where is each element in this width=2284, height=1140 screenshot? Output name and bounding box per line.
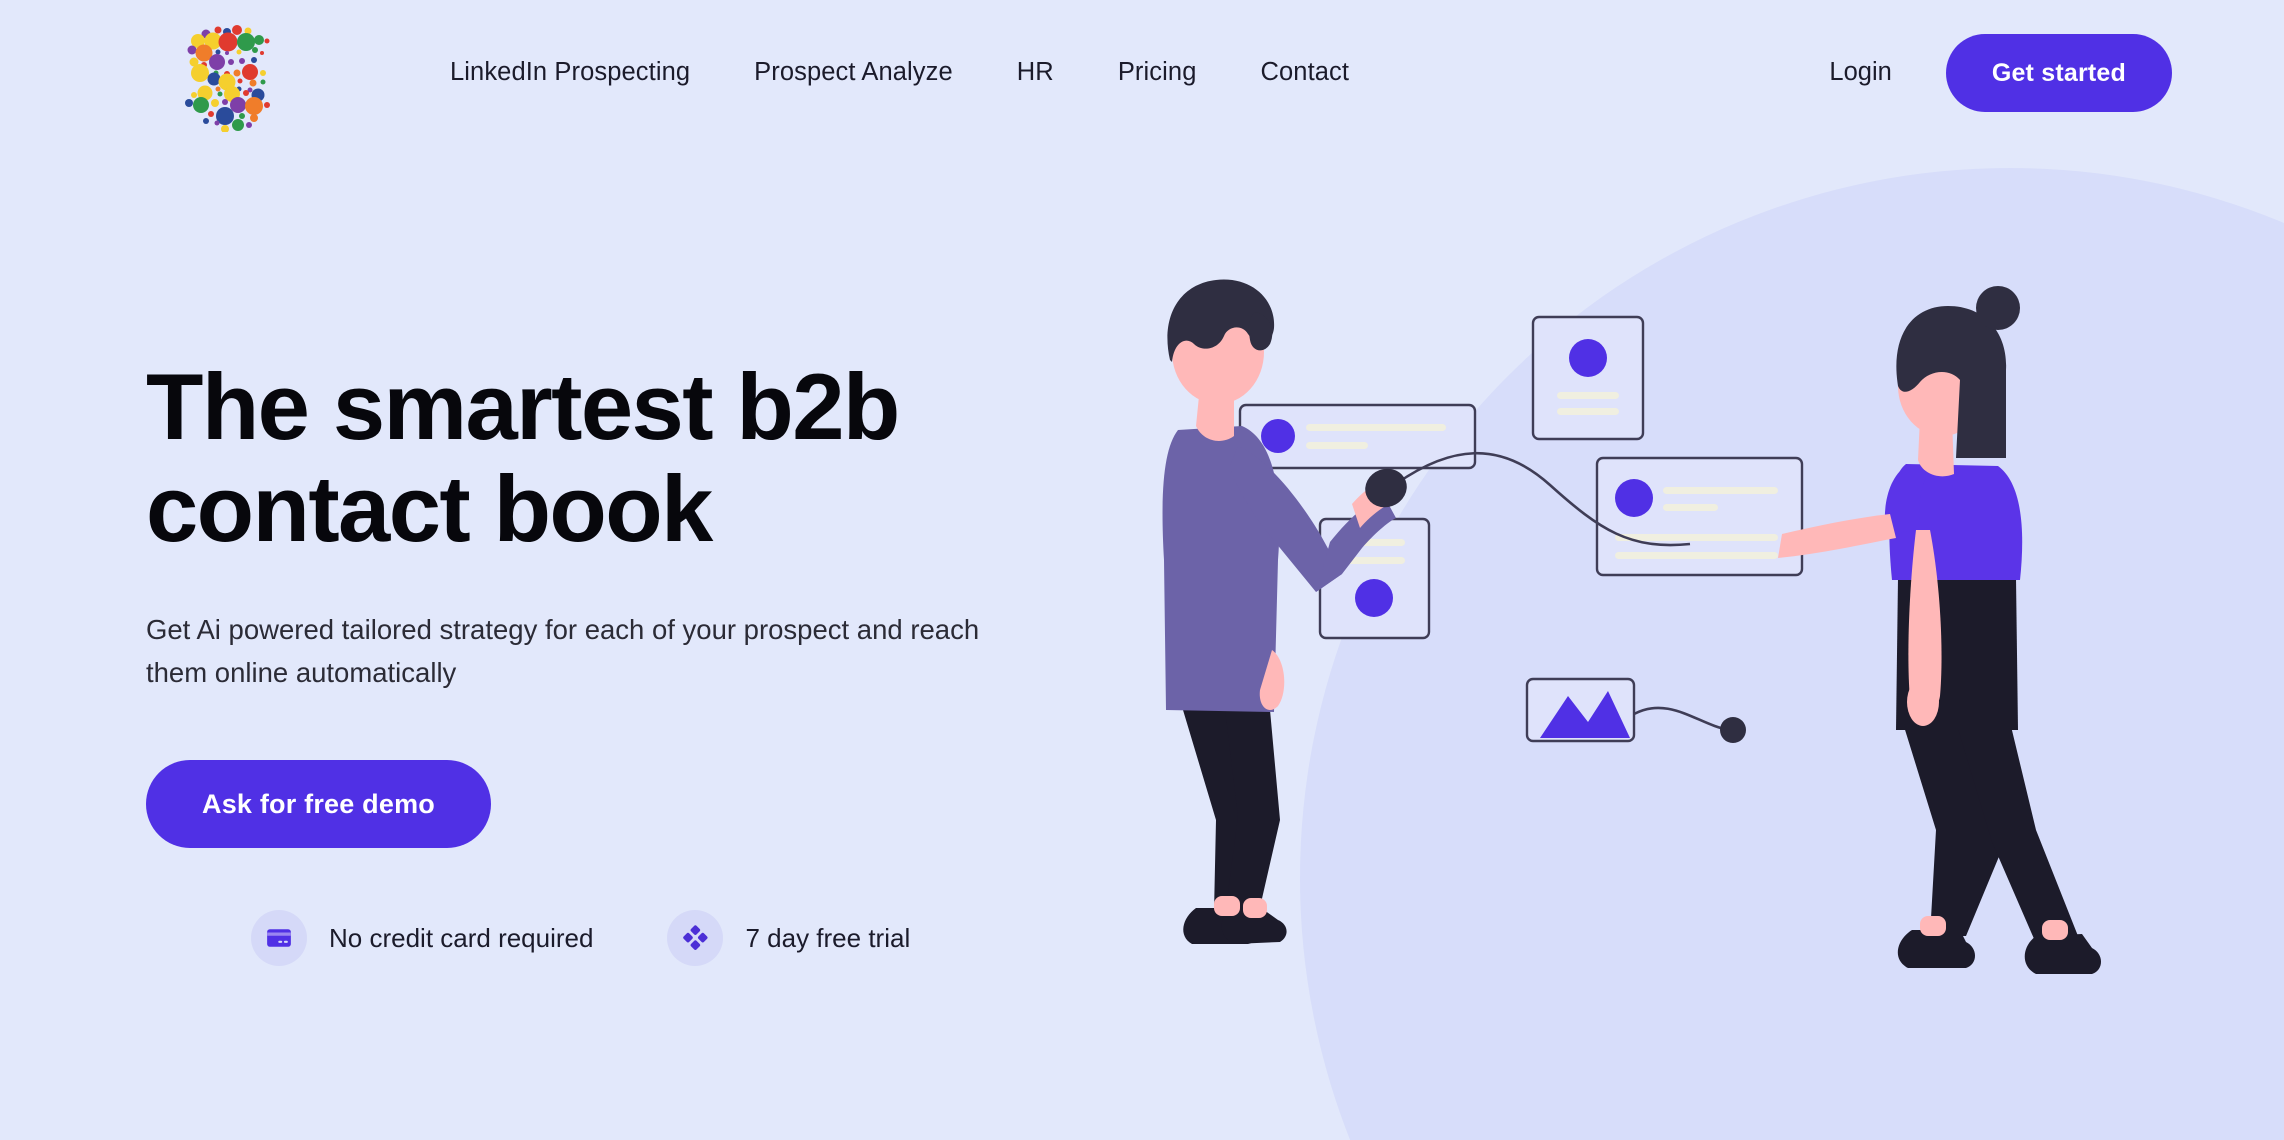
- hero-illustration: [1130, 130, 2210, 1030]
- page-title: The smartest b2b contact book: [146, 354, 1146, 562]
- illustration-person-woman: [1778, 286, 2101, 974]
- illustration-card-wide-top: [1238, 403, 1477, 470]
- nav-item-pricing[interactable]: Pricing: [1086, 58, 1229, 87]
- badge-label-no-credit-card: No credit card required: [329, 922, 594, 953]
- login-link[interactable]: Login: [1829, 58, 1891, 87]
- hero-subtitle: Get Ai powered tailored strategy for eac…: [146, 613, 980, 688]
- hero-title-line-1: The smartest b2b: [146, 354, 900, 459]
- illustration-card-image: [1525, 677, 1636, 743]
- main-navigation: LinkedIn Prospecting Prospect Analyze HR…: [450, 58, 1381, 87]
- landing-page: LinkedIn Prospecting Prospect Analyze HR…: [0, 0, 2284, 1140]
- nav-item-contact[interactable]: Contact: [1228, 58, 1381, 87]
- badge-label-free-trial: 7 day free trial: [745, 922, 911, 953]
- site-header: LinkedIn Prospecting Prospect Analyze HR…: [0, 0, 2284, 145]
- brand-logo[interactable]: [170, 17, 275, 133]
- nav-item-hr[interactable]: HR: [985, 58, 1086, 87]
- badge-no-credit-card: No credit card required: [251, 910, 594, 967]
- get-started-button[interactable]: Get started: [1945, 33, 2172, 112]
- four-diamonds-icon: [667, 910, 724, 967]
- illustration-card-square-top: [1531, 315, 1645, 441]
- ask-for-free-demo-button[interactable]: Ask for free demo: [146, 760, 491, 849]
- nav-item-prospect-analyze[interactable]: Prospect Analyze: [722, 58, 985, 87]
- badge-free-trial: 7 day free trial: [667, 910, 911, 967]
- header-actions: Login Get started: [1829, 33, 2172, 112]
- hero-title-line-2: contact book: [146, 456, 713, 562]
- hero-content: The smartest b2b contact book Get Ai pow…: [146, 354, 1146, 967]
- credit-card-icon: [251, 910, 307, 967]
- hero-badges: No credit card required 7 day free trial: [251, 910, 1146, 967]
- nav-item-linkedin-prospecting[interactable]: LinkedIn Prospecting: [450, 58, 722, 87]
- illustration-card-wide-right: [1595, 456, 1804, 577]
- illustration-cable-plug-right: [1720, 717, 1746, 743]
